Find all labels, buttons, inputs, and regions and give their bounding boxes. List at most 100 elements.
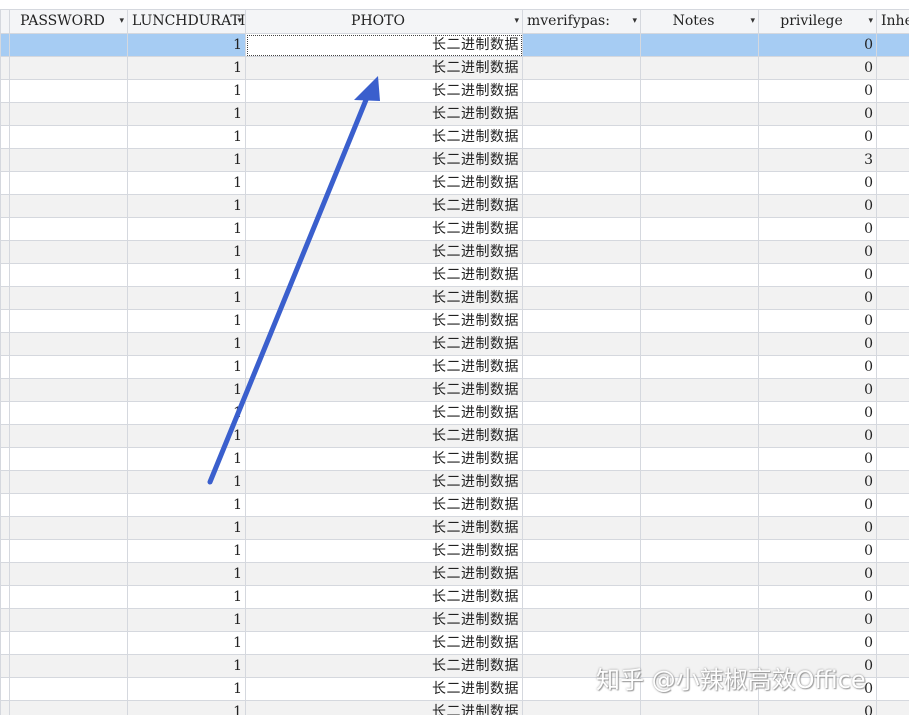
table-row[interactable]: 1 长二进制数据 0 (0, 286, 909, 310)
cell-lunch[interactable]: 1 (127, 148, 246, 172)
table-row[interactable]: 1 长二进制数据 0 (0, 125, 909, 149)
cell-photo[interactable]: 长二进制数据 (245, 677, 523, 701)
filter-dropdown-icon[interactable]: ▾ (119, 11, 124, 33)
cell-privilege[interactable]: 0 (758, 585, 877, 609)
record-selector[interactable] (0, 217, 10, 241)
cell-password[interactable] (9, 332, 128, 356)
cell-inhe[interactable] (876, 217, 909, 241)
cell-password[interactable] (9, 493, 128, 517)
cell-inhe[interactable] (876, 631, 909, 655)
cell-privilege[interactable]: 0 (758, 286, 877, 310)
cell-notes[interactable] (640, 33, 759, 57)
cell-lunch[interactable]: 1 (127, 33, 246, 57)
cell-mverify[interactable] (522, 125, 641, 149)
cell-lunch[interactable]: 1 (127, 493, 246, 517)
table-row[interactable]: 1 长二进制数据 0 (0, 194, 909, 218)
cell-privilege[interactable]: 0 (758, 217, 877, 241)
cell-privilege[interactable]: 0 (758, 539, 877, 563)
cell-photo[interactable]: 长二进制数据 (245, 608, 523, 632)
cell-inhe[interactable] (876, 585, 909, 609)
cell-password[interactable] (9, 424, 128, 448)
cell-privilege[interactable]: 0 (758, 378, 877, 402)
cell-privilege[interactable]: 0 (758, 677, 877, 701)
cell-mverify[interactable] (522, 654, 641, 678)
cell-notes[interactable] (640, 217, 759, 241)
cell-privilege[interactable]: 0 (758, 240, 877, 264)
cell-password[interactable] (9, 631, 128, 655)
cell-mverify[interactable] (522, 562, 641, 586)
cell-photo[interactable]: 长二进制数据 (245, 631, 523, 655)
record-selector[interactable] (0, 401, 10, 425)
cell-mverify[interactable] (522, 217, 641, 241)
cell-notes[interactable] (640, 79, 759, 103)
cell-password[interactable] (9, 309, 128, 333)
cell-privilege[interactable]: 0 (758, 56, 877, 80)
cell-mverify[interactable] (522, 332, 641, 356)
cell-lunch[interactable]: 1 (127, 102, 246, 126)
cell-lunch[interactable]: 1 (127, 539, 246, 563)
cell-photo[interactable]: 长二进制数据 (245, 355, 523, 379)
cell-inhe[interactable] (876, 355, 909, 379)
cell-photo[interactable]: 长二进制数据 (245, 56, 523, 80)
cell-photo[interactable]: 长二进制数据 (245, 401, 523, 425)
cell-privilege[interactable]: 3 (758, 148, 877, 172)
column-header-inhe[interactable]: Inhe (876, 9, 909, 34)
record-selector[interactable] (0, 355, 10, 379)
cell-notes[interactable] (640, 56, 759, 80)
cell-inhe[interactable] (876, 171, 909, 195)
cell-photo[interactable]: 长二进制数据 (245, 447, 523, 471)
table-row[interactable]: 1 长二进制数据 0 (0, 654, 909, 678)
table-row[interactable]: 1 长二进制数据 0 (0, 424, 909, 448)
cell-notes[interactable] (640, 700, 759, 715)
cell-mverify[interactable] (522, 470, 641, 494)
table-row[interactable]: 1 长二进制数据 0 (0, 378, 909, 402)
table-row[interactable]: 1 长二进制数据 0 (0, 263, 909, 287)
cell-mverify[interactable] (522, 631, 641, 655)
table-row[interactable]: 1 长二进制数据 0 (0, 470, 909, 494)
cell-notes[interactable] (640, 654, 759, 678)
filter-dropdown-icon[interactable]: ▾ (514, 11, 519, 33)
record-selector[interactable] (0, 33, 10, 57)
cell-password[interactable] (9, 654, 128, 678)
cell-lunch[interactable]: 1 (127, 401, 246, 425)
cell-notes[interactable] (640, 401, 759, 425)
cell-mverify[interactable] (522, 263, 641, 287)
cell-password[interactable] (9, 148, 128, 172)
cell-privilege[interactable]: 0 (758, 102, 877, 126)
cell-password[interactable] (9, 102, 128, 126)
record-selector[interactable] (0, 240, 10, 264)
cell-lunch[interactable]: 1 (127, 654, 246, 678)
cell-notes[interactable] (640, 608, 759, 632)
cell-mverify[interactable] (522, 447, 641, 471)
cell-mverify[interactable] (522, 148, 641, 172)
cell-notes[interactable] (640, 171, 759, 195)
column-header-password[interactable]: PASSWORD ▾ (9, 9, 128, 34)
cell-lunch[interactable]: 1 (127, 585, 246, 609)
table-row[interactable]: 1 长二进制数据 0 (0, 562, 909, 586)
cell-password[interactable] (9, 585, 128, 609)
record-selector[interactable] (0, 424, 10, 448)
column-header-notes[interactable]: Notes ▾ (640, 9, 759, 34)
record-selector[interactable] (0, 263, 10, 287)
cell-photo[interactable]: 长二进制数据 (245, 470, 523, 494)
cell-inhe[interactable] (876, 516, 909, 540)
record-selector[interactable] (0, 171, 10, 195)
cell-mverify[interactable] (522, 493, 641, 517)
cell-mverify[interactable] (522, 516, 641, 540)
cell-photo[interactable]: 长二进制数据 (245, 217, 523, 241)
record-selector[interactable] (0, 56, 10, 80)
cell-password[interactable] (9, 355, 128, 379)
cell-notes[interactable] (640, 309, 759, 333)
cell-password[interactable] (9, 447, 128, 471)
cell-privilege[interactable]: 0 (758, 194, 877, 218)
cell-password[interactable] (9, 217, 128, 241)
cell-mverify[interactable] (522, 171, 641, 195)
table-row[interactable]: 1 长二进制数据 0 (0, 700, 909, 715)
cell-inhe[interactable] (876, 424, 909, 448)
table-row[interactable]: 1 长二进制数据 0 (0, 677, 909, 701)
cell-inhe[interactable] (876, 33, 909, 57)
cell-photo[interactable]: 长二进制数据 (245, 79, 523, 103)
cell-inhe[interactable] (876, 654, 909, 678)
cell-inhe[interactable] (876, 608, 909, 632)
record-selector[interactable] (0, 447, 10, 471)
